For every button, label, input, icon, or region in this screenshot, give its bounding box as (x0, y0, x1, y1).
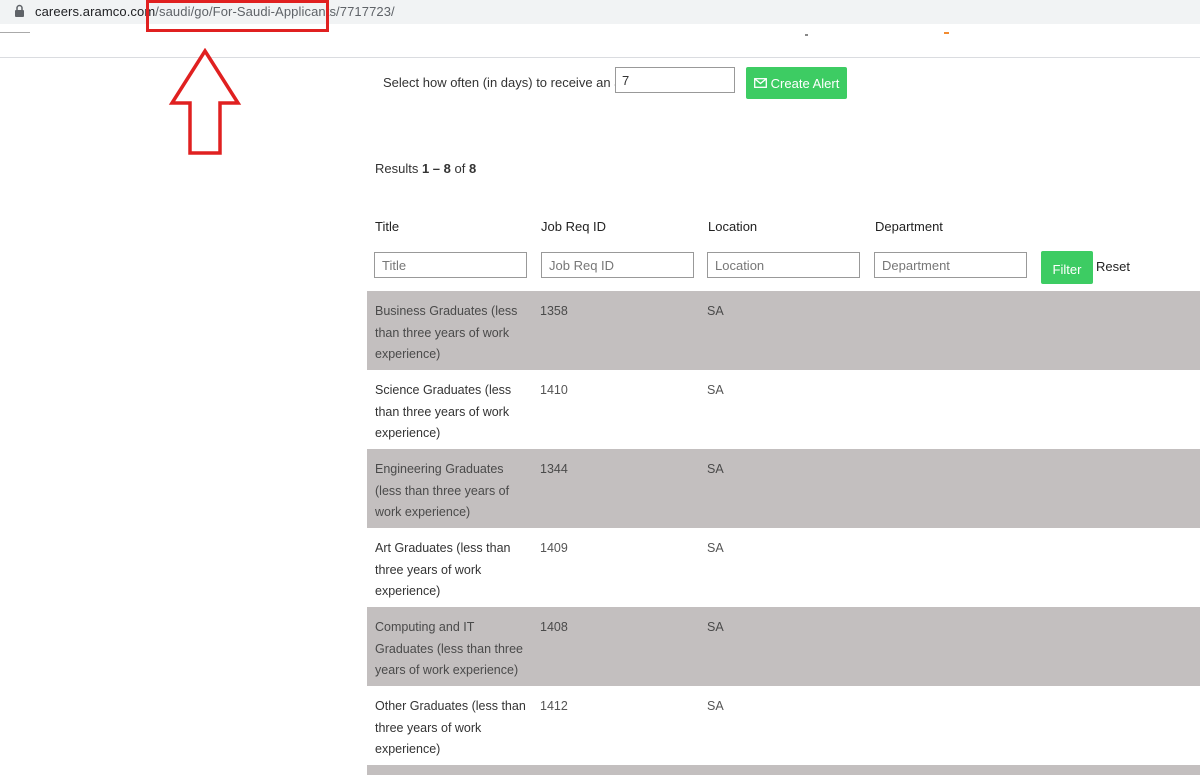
job-title-link[interactable]: Business Graduates (less than three year… (375, 301, 533, 366)
create-alert-label: Create Alert (770, 75, 840, 91)
department-filter-input[interactable] (874, 252, 1027, 278)
job-location: SA (707, 699, 724, 713)
job-title-link[interactable]: Engineering Graduates (less than three y… (375, 459, 533, 524)
alert-days-input[interactable] (615, 67, 735, 93)
column-header-department[interactable]: Department (875, 219, 943, 234)
results-of: of (450, 161, 469, 176)
job-title-link[interactable]: Science Graduates (less than three years… (375, 380, 533, 445)
column-header-title[interactable]: Title (375, 219, 399, 234)
table-row[interactable]: Computing and IT Graduates (less than th… (367, 607, 1200, 686)
job-title-link[interactable]: Computing and IT Graduates (less than th… (375, 617, 533, 682)
table-row[interactable]: Engineering Graduates (less than three y… (367, 449, 1200, 528)
url-highlight-box (146, 0, 329, 32)
results-table-body: Business Graduates (less than three year… (367, 291, 1200, 775)
bookmark-fragment (0, 32, 30, 33)
table-row[interactable]: Art Graduates (less than three years of … (367, 528, 1200, 607)
job-title-link[interactable]: Other Graduates (less than three years o… (375, 696, 533, 761)
create-alert-button[interactable]: Create Alert (746, 67, 847, 99)
results-total: 8 (468, 161, 477, 176)
reset-link[interactable]: Reset (1096, 259, 1130, 274)
column-header-req-id[interactable]: Job Req ID (541, 219, 606, 234)
job-location: SA (707, 620, 724, 634)
up-arrow-annotation (168, 48, 242, 155)
job-req-id: 1408 (540, 620, 568, 634)
job-location: SA (707, 541, 724, 555)
job-location: SA (707, 383, 724, 397)
url-domain: careers.aramco.com (35, 4, 156, 19)
job-req-id: 1358 (540, 304, 568, 318)
table-row[interactable]: Other Graduates (less than three years o… (367, 686, 1200, 765)
filter-button[interactable]: Filter (1041, 251, 1093, 284)
title-filter-input[interactable] (374, 252, 527, 278)
envelope-icon (753, 78, 767, 88)
table-row[interactable]: Business Graduates (less than three year… (367, 291, 1200, 370)
req-id-filter-input[interactable] (541, 252, 694, 278)
job-req-id: 1410 (540, 383, 568, 397)
results-prefix: Results (375, 161, 422, 176)
bookmark-fragment (944, 32, 949, 34)
results-count: Results 1 – 8 of 8 (375, 161, 476, 176)
bookmark-fragment (805, 34, 808, 36)
job-req-id: 1412 (540, 699, 568, 713)
job-req-id: 1344 (540, 462, 568, 476)
job-location: SA (707, 304, 724, 318)
column-header-location[interactable]: Location (708, 219, 757, 234)
table-row-partial (367, 765, 1200, 775)
results-range: 1 – 8 (421, 161, 451, 176)
job-location: SA (707, 462, 724, 476)
job-title-link[interactable]: Art Graduates (less than three years of … (375, 538, 533, 603)
alert-frequency-label: Select how often (in days) to receive an… (383, 75, 644, 90)
lock-icon (15, 4, 24, 17)
job-req-id: 1409 (540, 541, 568, 555)
table-row[interactable]: Science Graduates (less than three years… (367, 370, 1200, 449)
location-filter-input[interactable] (707, 252, 860, 278)
